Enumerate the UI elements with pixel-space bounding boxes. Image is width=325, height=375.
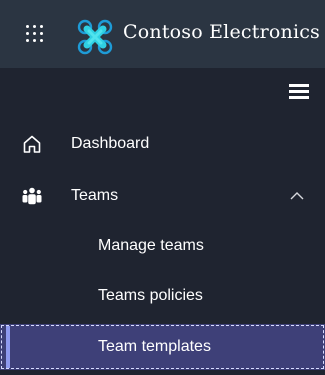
waffle-grid-icon[interactable] — [26, 25, 46, 45]
brand-name: Contoso Electronics — [123, 21, 321, 43]
hamburger-icon[interactable] — [289, 84, 309, 100]
nav-item-label: Teams — [71, 187, 119, 204]
people-team-icon — [22, 187, 42, 205]
admin-center-window: Contoso Electronics Dashboard Teams Mana… — [0, 0, 325, 375]
sub-item-manage-teams[interactable]: Manage teams — [0, 223, 325, 269]
nav-item-teams[interactable]: Teams — [0, 173, 325, 219]
sub-item-label: Teams policies — [98, 287, 203, 304]
top-bar: Contoso Electronics — [0, 0, 325, 68]
sub-item-label: Manage teams — [98, 237, 204, 254]
sub-item-team-templates[interactable]: Team templates — [0, 324, 325, 370]
chevron-up-icon[interactable] — [289, 190, 305, 202]
contoso-x-logo-icon — [77, 19, 113, 55]
nav-item-label: Dashboard — [71, 135, 150, 152]
sub-item-teams-policies[interactable]: Teams policies — [0, 273, 325, 319]
sub-item-label: Team templates — [98, 338, 211, 355]
home-icon — [23, 135, 41, 153]
left-navigation: Dashboard Teams Manage teams Teams polic… — [0, 68, 325, 375]
nav-item-dashboard[interactable]: Dashboard — [0, 121, 325, 167]
